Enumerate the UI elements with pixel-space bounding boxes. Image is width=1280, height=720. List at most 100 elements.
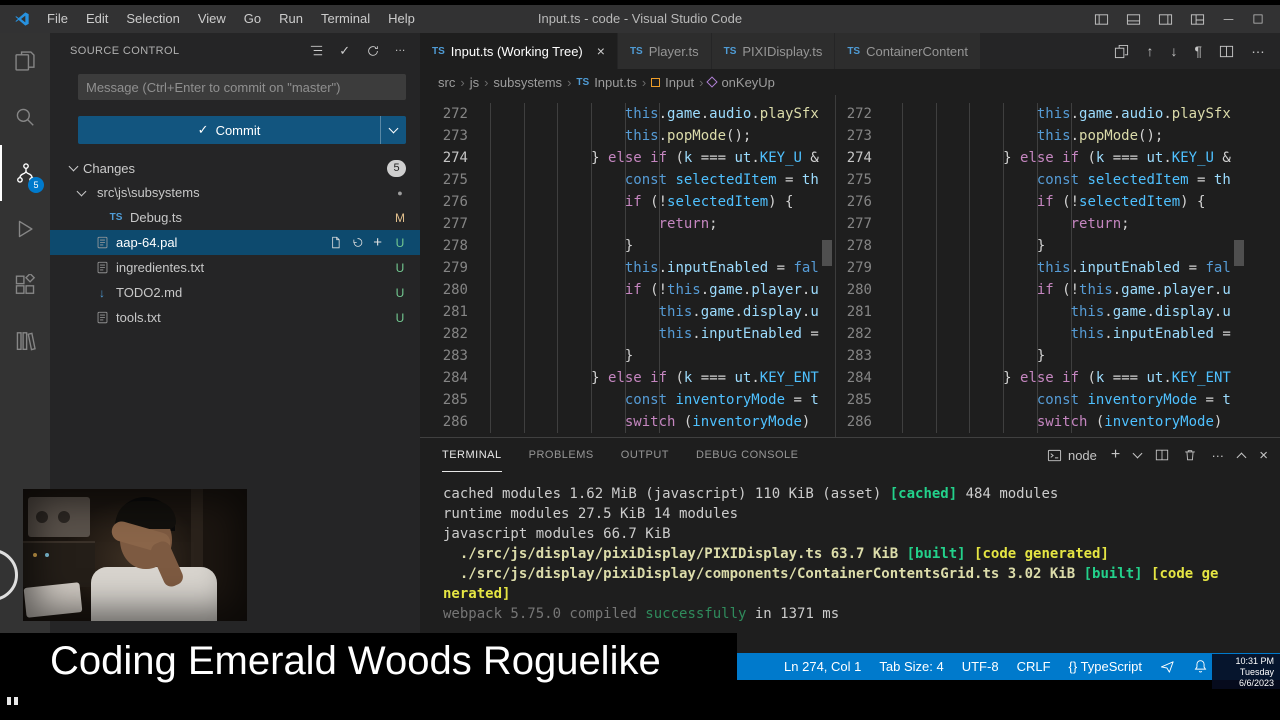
more-actions-icon[interactable]: … (395, 42, 406, 54)
code-line[interactable]: 283 } (420, 345, 835, 367)
kill-terminal-icon[interactable] (1183, 448, 1197, 462)
code-line[interactable]: 281 this.game.display.u (420, 301, 835, 323)
panel-tab-debug-console[interactable]: DEBUG CONSOLE (696, 438, 798, 472)
commit-check-icon[interactable]: ✓ (339, 43, 350, 59)
breadcrumb-src[interactable]: src (438, 75, 455, 90)
code-line[interactable]: 272 this.game.audio.playSfx (420, 103, 835, 125)
tab-player-ts[interactable]: TS Player.ts (617, 33, 712, 69)
code-line[interactable]: 284 } else if (k === ut.KEY_ENT (420, 367, 835, 389)
panel-tab-terminal[interactable]: TERMINAL (442, 438, 502, 472)
feedback-icon[interactable] (1160, 659, 1175, 674)
activity-references-icon[interactable] (0, 313, 50, 369)
close-panel-icon[interactable]: × (1259, 447, 1268, 464)
breadcrumb-onkeyup[interactable]: onKeyUp (706, 75, 775, 90)
status-encoding[interactable]: UTF-8 (962, 659, 999, 674)
menu-view[interactable]: View (189, 5, 235, 33)
tab-containercontent[interactable]: TS ContainerContent (835, 33, 982, 69)
code-line[interactable]: 282 this.inputEnabled = (420, 323, 835, 345)
code-line[interactable]: 272 this.game.audio.playSfx (836, 103, 1280, 125)
code-line[interactable]: 286 switch (inventoryMode) (420, 411, 835, 433)
maximize-panel-icon[interactable] (1236, 452, 1247, 462)
code-line[interactable]: 273 this.popMode(); (836, 125, 1280, 147)
more-actions-icon[interactable]: … (1251, 40, 1265, 56)
breadcrumb-js[interactable]: js (470, 75, 479, 90)
terminal-output[interactable]: cached modules 1.62 MiB (javascript) 110… (420, 472, 1280, 624)
code-line[interactable]: 285 const inventoryMode = t (836, 389, 1280, 411)
code-line[interactable]: 281 this.game.display.u (836, 301, 1280, 323)
open-changes-icon[interactable] (1114, 44, 1129, 59)
diff-pane-modified[interactable]: 272 this.game.audio.playSfx 273 this.popM… (836, 95, 1280, 437)
code-line[interactable]: 275 const selectedItem = th (836, 169, 1280, 191)
code-line[interactable]: 284 } else if (k === ut.KEY_ENT (836, 367, 1280, 389)
code-line[interactable]: 278 } (836, 235, 1280, 257)
code-line[interactable]: 276 if (!selectedItem) { (420, 191, 835, 213)
minimize-icon[interactable] (1222, 13, 1235, 26)
menu-run[interactable]: Run (270, 5, 312, 33)
panel-tab-problems[interactable]: PROBLEMS (529, 438, 594, 472)
menu-file[interactable]: File (38, 5, 77, 33)
breadcrumb-input[interactable]: Input (651, 75, 694, 90)
menu-selection[interactable]: Selection (117, 5, 188, 33)
scm-file-row[interactable]: ↓ TODO2.md U (50, 280, 420, 305)
activity-run-debug-icon[interactable] (0, 201, 50, 257)
split-terminal-icon[interactable] (1155, 448, 1169, 462)
activity-extensions-icon[interactable] (0, 257, 50, 313)
code-line[interactable]: 277 return; (836, 213, 1280, 235)
next-change-icon[interactable]: ↓ (1170, 43, 1177, 59)
code-line[interactable]: 280 if (!this.game.player.u (836, 279, 1280, 301)
code-line[interactable]: 274 } else if (k === ut.KEY_U & (836, 147, 1280, 169)
code-line[interactable]: 278 } (420, 235, 835, 257)
tab-pixidisplay-ts[interactable]: TS PIXIDisplay.ts (711, 33, 836, 69)
code-line[interactable]: 276 if (!selectedItem) { (836, 191, 1280, 213)
code-line[interactable]: 286 switch (inventoryMode) (836, 411, 1280, 433)
diff-pane-original[interactable]: 272 this.game.audio.playSfx 273 this.popM… (420, 95, 836, 437)
tab-input-ts-working-tree-[interactable]: TS Input.ts (Working Tree) × (420, 33, 618, 69)
toggle-secondary-sidebar-icon[interactable] (1158, 12, 1173, 27)
code-line[interactable]: 277 return; (420, 213, 835, 235)
terminal-dropdown-icon[interactable] (1132, 448, 1143, 458)
breadcrumb-subsystems[interactable]: subsystems (493, 75, 562, 90)
previous-change-icon[interactable]: ↑ (1146, 43, 1153, 59)
whitespace-toggle-icon[interactable]: ¶ (1194, 43, 1202, 59)
panel-tab-output[interactable]: OUTPUT (621, 438, 669, 472)
code-line[interactable]: 283 } (836, 345, 1280, 367)
maximize-icon[interactable] (1252, 13, 1264, 25)
status-cursor-position[interactable]: Ln 274, Col 1 (784, 659, 861, 674)
menu-go[interactable]: Go (235, 5, 270, 33)
refresh-icon[interactable] (366, 44, 380, 58)
activity-source-control-icon[interactable]: 5 (0, 145, 50, 201)
view-as-tree-icon[interactable] (309, 43, 324, 58)
menu-help[interactable]: Help (379, 5, 424, 33)
code-line[interactable]: 280 if (!this.game.player.u (420, 279, 835, 301)
code-line[interactable]: 274 } else if (k === ut.KEY_U & (420, 147, 835, 169)
commit-message-input[interactable]: Message (Ctrl+Enter to commit on "master… (78, 74, 406, 100)
status-indentation[interactable]: Tab Size: 4 (879, 659, 943, 674)
shell-selector[interactable]: node (1047, 448, 1097, 463)
scm-file-row[interactable]: ingredientes.txt U (50, 255, 420, 280)
new-terminal-icon[interactable]: + (1111, 446, 1120, 464)
open-file-icon[interactable] (329, 236, 342, 249)
split-editor-icon[interactable] (1219, 44, 1234, 59)
scm-file-row[interactable]: TS Debug.ts M (50, 205, 420, 230)
toggle-sidebar-icon[interactable] (1094, 12, 1109, 27)
code-line[interactable]: 282 this.inputEnabled = (836, 323, 1280, 345)
code-line[interactable]: 273 this.popMode(); (420, 125, 835, 147)
breadcrumb-input-ts[interactable]: TS Input.ts (576, 75, 636, 90)
changes-section-header[interactable]: Changes 5 (50, 156, 420, 180)
customize-layout-icon[interactable] (1190, 12, 1205, 27)
toggle-panel-icon[interactable] (1126, 12, 1141, 27)
discard-changes-icon[interactable] (351, 236, 364, 249)
stage-changes-icon[interactable]: + (373, 235, 382, 250)
scm-file-row[interactable]: tools.txt U (50, 305, 420, 330)
commit-button[interactable]: ✓ Commit (78, 116, 406, 144)
close-icon[interactable]: × (597, 43, 605, 59)
activity-explorer-icon[interactable] (0, 33, 50, 89)
commit-dropdown[interactable] (380, 116, 406, 144)
scrollbar-thumb[interactable] (822, 240, 832, 266)
notifications-bell-icon[interactable] (1193, 659, 1208, 674)
menu-terminal[interactable]: Terminal (312, 5, 379, 33)
status-eol[interactable]: CRLF (1017, 659, 1051, 674)
scm-folder-row[interactable]: src\js\subsystems ● (50, 180, 420, 205)
code-line[interactable]: 285 const inventoryMode = t (420, 389, 835, 411)
activity-search-icon[interactable] (0, 89, 50, 145)
